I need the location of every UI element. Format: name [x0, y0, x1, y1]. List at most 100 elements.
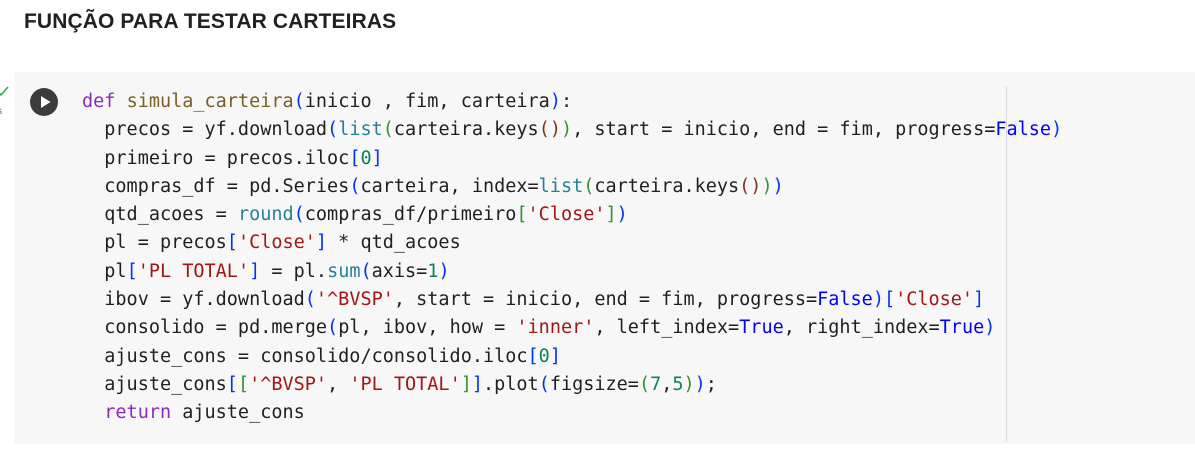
code-line: consolido = pd.merge(pl, ibov, how = 'in… — [82, 314, 1062, 342]
code-token: list — [338, 119, 383, 141]
code-token: qtd_acoes = — [82, 204, 238, 226]
code-token: ( — [583, 175, 595, 197]
execution-time: s — [0, 107, 2, 117]
code-token: pl — [82, 260, 127, 282]
code-token: '^BVSP' — [249, 373, 328, 395]
code-line: ajuste_cons = consolido/consolido.iloc[0… — [82, 343, 1062, 371]
code-token: axis= — [371, 260, 428, 282]
code-token: ( — [349, 175, 361, 197]
code-token: , start = inicio, end = fim, progress= — [572, 119, 996, 141]
code-token: 1 — [427, 260, 439, 282]
code-token: [ — [883, 289, 896, 311]
code-token: 7 — [650, 373, 662, 395]
code-token: False — [995, 119, 1052, 141]
code-token: ) — [761, 175, 773, 197]
code-token: ] — [471, 373, 483, 395]
code-token: ) — [1051, 119, 1063, 141]
code-token: 'Close' — [237, 232, 316, 254]
code-token: [ — [349, 147, 361, 169]
code-token: ( — [327, 119, 339, 141]
code-token: , — [661, 373, 673, 395]
code-token: ( — [293, 204, 305, 226]
code-token: , right_index= — [783, 317, 940, 339]
code-token: sum — [327, 260, 361, 282]
code-token: ( — [382, 119, 394, 141]
code-token: ) — [438, 260, 450, 282]
code-token: ) — [984, 317, 996, 339]
code-line: return ajuste_cons — [82, 399, 1062, 427]
code-line: pl = precos['Close'] * qtd_acoes — [82, 229, 1062, 257]
code-line: pl['PL TOTAL'] = pl.sum(axis=1) — [82, 258, 1062, 286]
code-token: .plot — [483, 373, 539, 395]
code-token: 5 — [672, 373, 684, 395]
code-token: = pl. — [260, 260, 328, 282]
code-token: ( — [304, 289, 316, 311]
code-token: pl, ibov, how = — [338, 317, 517, 339]
code-line: def simula_carteira(inicio , fim, cartei… — [82, 88, 1062, 116]
code-token: carteira, index= — [360, 175, 539, 197]
code-token: consolido = pd.merge — [82, 317, 328, 339]
code-token: figsize= — [549, 373, 639, 395]
code-token: ) — [683, 373, 695, 395]
code-token: ] — [973, 289, 985, 311]
code-token: ] — [249, 260, 261, 282]
code-token: precos = yf.download — [82, 119, 328, 141]
code-token: , left_index= — [594, 317, 740, 339]
code-token: list — [538, 175, 584, 197]
code-token: ( — [293, 91, 305, 112]
code-token: [ — [226, 373, 238, 395]
code-token: ] — [371, 147, 383, 169]
code-token: compras_df = pd.Series — [82, 175, 350, 197]
code-line: ajuste_cons[['^BVSP', 'PL TOTAL']].plot(… — [82, 371, 1062, 399]
code-token: True — [739, 317, 784, 339]
code-token: ibov = yf.download — [82, 289, 305, 311]
code-line: qtd_acoes = round(compras_df/primeiro['C… — [82, 201, 1062, 229]
code-token: ) — [549, 91, 561, 112]
code-token: ) — [772, 175, 784, 197]
code-token: [ — [516, 204, 528, 226]
code-token: [ — [527, 345, 539, 367]
code-line: precos = yf.download(list(carteira.keys(… — [82, 116, 1062, 144]
code-token: pl = precos — [82, 232, 227, 254]
code-editor[interactable]: def simula_carteira(inicio , fim, cartei… — [82, 88, 1062, 428]
code-token: ajuste_cons — [171, 402, 305, 424]
code-token: ) — [616, 204, 628, 226]
code-line: compras_df = pd.Series(carteira, index=l… — [82, 173, 1062, 201]
code-token: ( — [327, 317, 339, 339]
run-cell-button[interactable] — [30, 88, 58, 116]
code-token: ( — [538, 373, 550, 395]
code-token: primeiro = precos.iloc — [82, 147, 350, 169]
code-token: 0 — [360, 147, 372, 169]
code-token: 'PL TOTAL' — [349, 373, 461, 395]
code-token: 'Close' — [527, 204, 606, 226]
code-token: ( — [360, 260, 372, 282]
code-token: () — [739, 175, 762, 197]
code-token: True — [939, 317, 985, 339]
cell-gutter: s — [0, 80, 14, 120]
code-token: 'Close' — [895, 289, 974, 311]
code-token: ) — [872, 289, 884, 311]
code-token: () — [538, 119, 561, 141]
code-token: round — [237, 204, 294, 226]
code-token: ( — [638, 373, 651, 395]
code-token: , — [327, 373, 350, 395]
code-token: carteira.keys — [393, 119, 539, 141]
code-token: '^BVSP' — [315, 289, 394, 311]
code-token: ) — [694, 373, 706, 395]
code-cell[interactable]: def simula_carteira(inicio , fim, cartei… — [14, 72, 1195, 444]
code-token: ] — [549, 345, 561, 367]
play-icon — [41, 96, 51, 108]
code-token: False — [817, 289, 873, 311]
code-token: compras_df/primeiro — [304, 204, 517, 226]
code-token: : — [560, 91, 573, 112]
code-token: ] — [315, 232, 328, 254]
code-token: , start = inicio, end = fim, progress= — [393, 289, 818, 311]
code-token: ) — [560, 119, 573, 141]
code-token: [ — [237, 373, 250, 395]
check-icon — [0, 86, 9, 97]
section-heading: FUNÇÃO PARA TESTAR CARTEIRAS — [24, 10, 397, 33]
code-token: [ — [226, 232, 238, 254]
code-token: [ — [126, 260, 138, 282]
code-token: 'inner' — [516, 317, 595, 339]
